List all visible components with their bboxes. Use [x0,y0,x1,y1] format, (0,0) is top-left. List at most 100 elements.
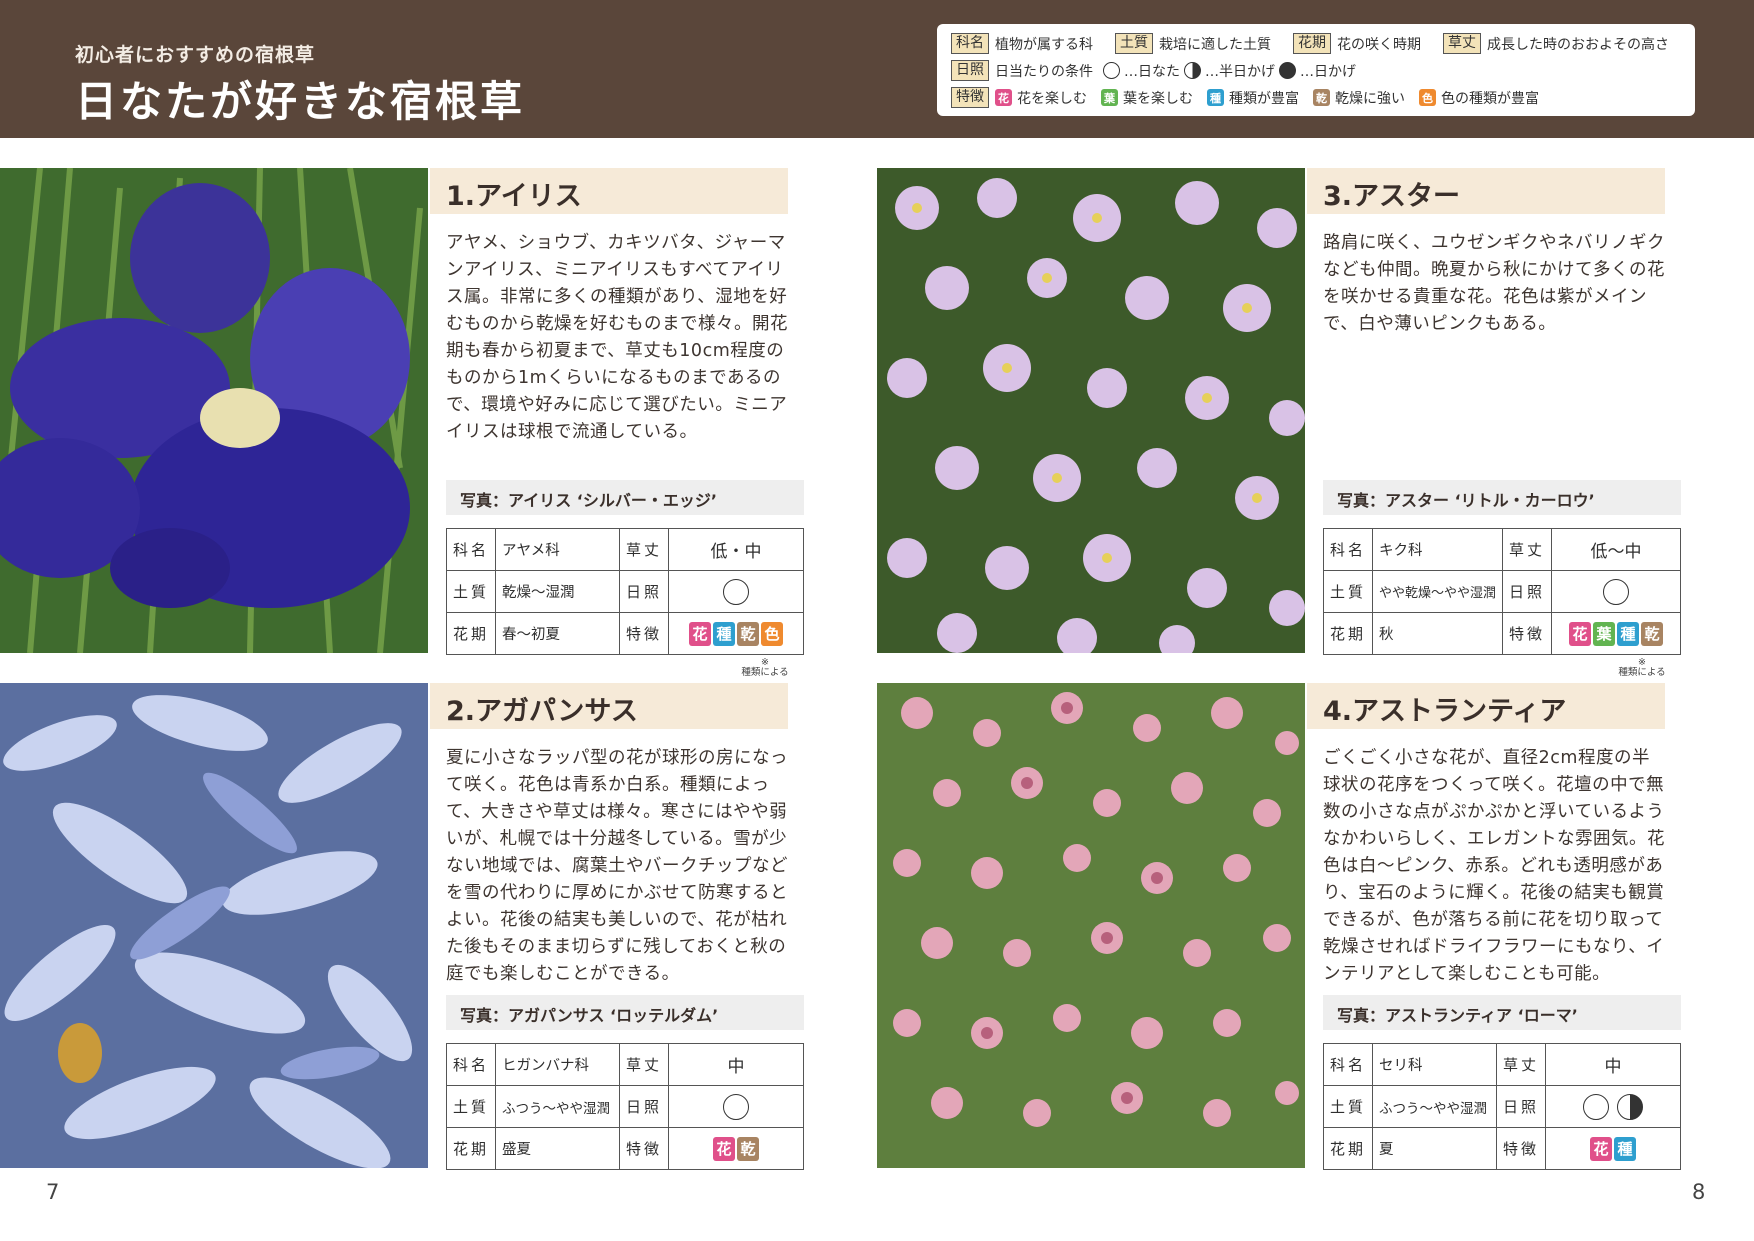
flower-chip-icon: 花 [1569,621,1592,646]
photo-caption: 写真：アガパンサス ‘ロッテルダム’ [446,995,804,1030]
spec-soil: ふつう〜やや湿潤 [495,1085,621,1128]
legend-box: 科名 植物が属する科 土質 栽培に適した土質 花期 花の咲く時期 草丈 成長した時のおお… [937,24,1695,116]
shade-icon [1279,62,1296,79]
spec-table: 科名 ヒガンバナ科 草丈中 土質 ふつう〜やや湿潤 日照 花期 盛夏 特徴 花乾 [445,1043,804,1170]
legend-key-height: 草丈 [1443,33,1481,54]
header-kicker: 初心者におすすめの宿根草 [75,44,316,66]
spec-label: 日照 [619,1085,670,1128]
plant-title: 2.アガパンサス [430,683,788,729]
spec-label: 科名 [445,528,497,571]
flower-chip-icon: 花 [713,1136,736,1161]
half-shade-icon [1184,62,1201,79]
spec-label: 土質 [1322,1085,1374,1128]
spec-label: 科名 [445,1043,497,1086]
full-sun-icon [1103,62,1120,79]
spec-sun [1545,1085,1681,1128]
page-number-left: 7 [46,1180,60,1204]
plant-title: 4.アストランティア [1307,683,1665,729]
spec-features: 花葉種乾 [1551,612,1681,655]
legend-row-2: 日照 日当たりの条件 …日なた …半日かげ …日かげ [951,57,1681,84]
photo-caption: 写真：アストランティア ‘ローマ’ [1323,995,1681,1030]
spec-label: 特徴 [1496,1127,1547,1170]
full-sun-icon [723,1093,750,1120]
drought-chip-icon: 乾 [737,621,760,646]
spec-height: 中 [668,1043,804,1086]
plant-title: 3.アスター [1307,168,1665,214]
spec-label: 花期 [1322,1127,1374,1170]
photo-aster [877,168,1305,653]
photo-caption: 写真：アイリス ‘シルバー・エッジ’ [446,480,804,515]
plant-description: 路肩に咲く、ユウゼンギクやネバリノギクなども仲間。晩夏から秋にかけて多くの花を咲… [1323,233,1665,334]
legend-feature-variety: 種類が豊富 [1229,90,1299,107]
legend-key-sun: 日照 [951,60,989,81]
color-chip-icon: 色 [761,621,784,646]
variety-chip-icon: 種 [713,621,736,646]
spec-bloom: 春〜初夏 [495,612,621,655]
spec-height: 低・中 [668,528,804,571]
spec-height: 低〜中 [1551,528,1681,571]
page-number-right: 8 [1692,1180,1706,1204]
photo-agapanthus [0,683,428,1168]
spec-features: 花種乾色 [668,612,804,655]
page-header: 初心者におすすめの宿根草 日なたが好きな宿根草 科名 植物が属する科 土質 栽培に適… [0,0,1754,138]
color-chip-icon: 色 [1419,89,1436,106]
plant-description: ごくごく小さな花が、直径2cm程度の半球状の花序をつくって咲く。花壇の中で無数の… [1323,748,1665,984]
legend-text-family: 植物が属する科 [995,36,1093,53]
flower-chip-icon: 花 [1590,1136,1613,1161]
legend-sun-shade: …日かげ [1300,63,1356,80]
legend-text-height: 成長した時のおおよその高さ [1487,36,1669,53]
spec-label: 花期 [445,1127,497,1170]
legend-feature-leaf: 葉を楽しむ [1123,90,1193,107]
spec-sun [668,1085,804,1128]
spec-sun [1551,570,1681,613]
spec-soil: ふつう〜やや湿潤 [1372,1085,1498,1128]
full-sun-icon [723,578,750,605]
spec-label: 草丈 [1502,528,1553,571]
photo-astrantia [877,683,1305,1168]
variety-chip-icon: 種 [1617,621,1640,646]
spec-label: 科名 [1322,528,1374,571]
full-sun-icon [1583,1093,1610,1120]
spec-family: キク科 [1372,528,1504,571]
spec-table: 科名 アヤメ科 草丈 低・中 土質 乾燥〜湿潤 日照 花期 春〜初夏 特徴 花種乾色 [445,528,804,655]
spec-label: 草丈 [619,528,670,571]
spec-label: 特徴 [619,1127,670,1170]
plant-panel-2: 2.アガパンサス 夏に小さなラッパ型の花が球形の房になって咲く。花色は青系か白系… [430,683,804,1183]
legend-row-3: 特徴 花花を楽しむ 葉葉を楽しむ 種種類が豊富 乾乾燥に強い 色色の種類が豊富 [951,84,1681,111]
spec-label: 花期 [1322,612,1374,655]
variety-chip-icon: 種 [1614,1136,1637,1161]
spec-sun [668,570,804,613]
spec-height: 中 [1545,1043,1681,1086]
leaf-chip-icon: 葉 [1101,89,1118,106]
spec-table: 科名 セリ科 草丈中 土質 ふつう〜やや湿潤 日照 花期夏特徴 花種 [1322,1043,1681,1170]
spec-label: 草丈 [619,1043,670,1086]
spec-soil: 乾燥〜湿潤 [495,570,621,613]
spec-label: 土質 [1322,570,1374,613]
legend-key-feature: 特徴 [951,87,989,108]
legend-sun-full: …日なた [1124,63,1180,80]
legend-text-sun: 日当たりの条件 [995,63,1093,80]
spec-features: 花乾 [668,1127,804,1170]
spec-family: セリ科 [1372,1043,1498,1086]
legend-sun-half: …半日かげ [1205,63,1275,80]
spec-family: ヒガンバナ科 [495,1043,621,1086]
legend-key-soil: 土質 [1115,33,1153,54]
plant-panel-4: 4.アストランティア ごくごく小さな花が、直径2cm程度の半球状の花序をつくって… [1307,683,1681,1183]
spec-label: 特徴 [1502,612,1553,655]
spec-label: 日照 [1496,1085,1547,1128]
spec-bloom: 夏 [1372,1127,1498,1170]
page-title: 日なたが好きな宿根草 [75,77,526,126]
flower-chip-icon: 花 [689,621,712,646]
legend-text-soil: 栽培に適した土質 [1159,36,1271,53]
legend-key-bloom: 花期 [1293,33,1331,54]
full-sun-icon [1603,578,1630,605]
spec-bloom: 秋 [1372,612,1504,655]
photo-iris [0,168,428,653]
spec-label: 土質 [445,1085,497,1128]
plant-panel-1: 1.アイリス アヤメ、ショウブ、カキツバタ、ジャーマンアイリス、ミニアイリスもす… [430,168,804,678]
spec-label: 日照 [1502,570,1553,613]
footnote: ※ 種類による [735,658,795,678]
plant-description: 夏に小さなラッパ型の花が球形の房になって咲く。花色は青系か白系。種類によって、大… [446,748,788,984]
spec-soil: やや乾燥〜やや湿潤 [1372,570,1504,613]
legend-text-bloom: 花の咲く時期 [1337,36,1421,53]
